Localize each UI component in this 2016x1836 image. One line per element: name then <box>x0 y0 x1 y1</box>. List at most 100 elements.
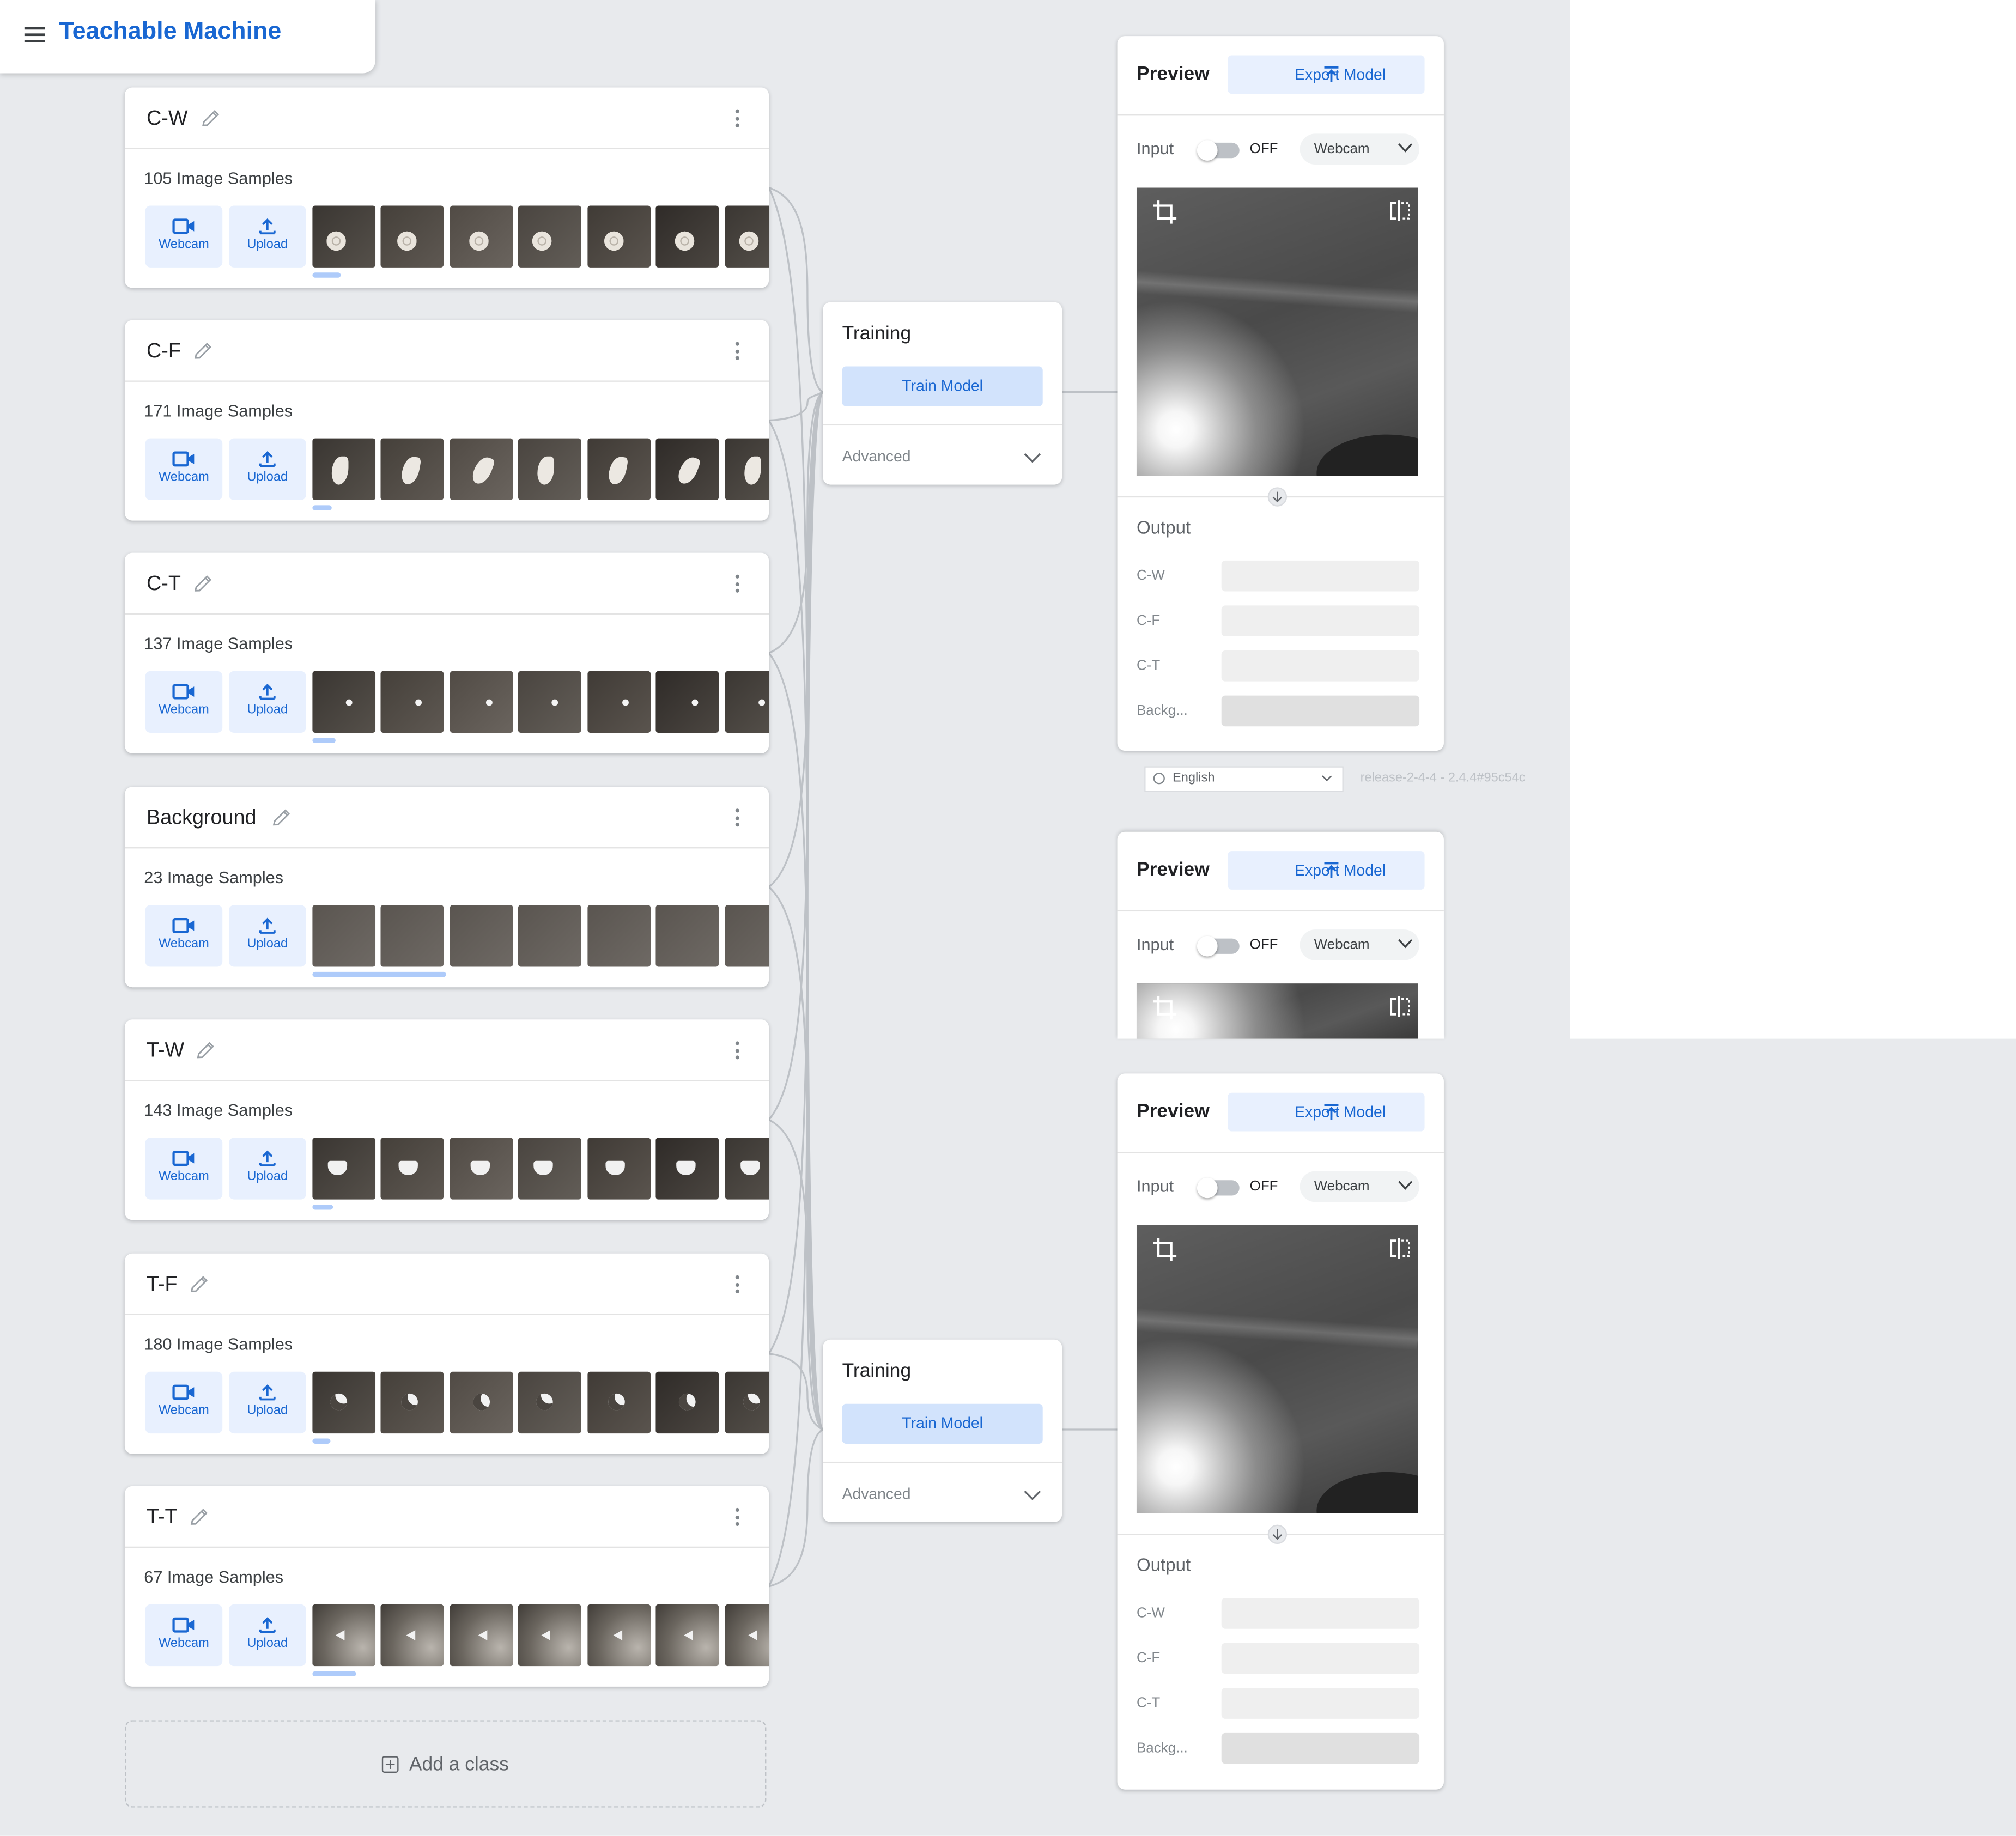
sample-thumbnail[interactable] <box>312 1371 376 1434</box>
sample-thumbnail[interactable] <box>518 905 581 967</box>
sample-thumbnail[interactable] <box>518 1371 581 1434</box>
sample-thumbnail[interactable] <box>312 1604 376 1667</box>
more-vert-icon[interactable] <box>735 109 740 131</box>
advanced-toggle[interactable]: Advanced <box>842 447 911 465</box>
sample-thumbnail[interactable] <box>380 205 444 268</box>
upload-button[interactable]: Upload <box>229 438 306 500</box>
chevron-down-icon[interactable] <box>1023 1484 1041 1506</box>
input-source-select[interactable]: Webcam <box>1300 929 1420 960</box>
sample-thumbnail[interactable] <box>587 671 651 733</box>
sample-thumbnail[interactable] <box>655 1371 719 1434</box>
pencil-icon[interactable] <box>196 1040 216 1061</box>
pencil-icon[interactable] <box>193 341 214 361</box>
sample-thumbnail[interactable] <box>450 1604 513 1667</box>
webcam-button[interactable]: Webcam <box>145 438 223 500</box>
sample-thumbnail[interactable] <box>450 1138 513 1200</box>
upload-button[interactable]: Upload <box>229 205 306 268</box>
language-select[interactable]: English <box>1144 766 1344 792</box>
sample-thumbnail[interactable] <box>312 905 376 967</box>
more-vert-icon[interactable] <box>735 1275 740 1297</box>
sample-thumbnail[interactable] <box>725 205 769 268</box>
sample-thumbnail[interactable] <box>587 1604 651 1667</box>
pencil-icon[interactable] <box>189 1507 210 1528</box>
input-toggle[interactable] <box>1197 140 1240 161</box>
sample-thumbnail[interactable] <box>587 438 651 500</box>
sample-thumbnail[interactable] <box>312 671 376 733</box>
more-vert-icon[interactable] <box>735 1507 740 1529</box>
input-source-select[interactable]: Webcam <box>1300 133 1420 165</box>
class-name[interactable]: C-W <box>147 108 187 131</box>
sample-thumbnail[interactable] <box>380 671 444 733</box>
flip-icon[interactable] <box>1388 995 1411 1024</box>
sample-thumbnail[interactable] <box>450 905 513 967</box>
class-name[interactable]: C-F <box>147 341 181 363</box>
input-toggle[interactable] <box>1197 935 1240 957</box>
thumbnail-scrollbar[interactable] <box>312 1438 331 1444</box>
sample-thumbnail[interactable] <box>587 1371 651 1434</box>
more-vert-icon[interactable] <box>735 808 740 830</box>
sample-thumbnail[interactable] <box>725 1138 769 1200</box>
crop-icon[interactable] <box>1152 1237 1177 1269</box>
sample-thumbnail[interactable] <box>655 205 719 268</box>
more-vert-icon[interactable] <box>735 342 740 363</box>
sample-thumbnail[interactable] <box>518 1604 581 1667</box>
sample-thumbnail[interactable] <box>518 438 581 500</box>
add-class-button[interactable]: Add a class <box>124 1720 767 1808</box>
export-model-button[interactable]: Export Model <box>1228 1092 1425 1132</box>
sample-thumbnail[interactable] <box>725 1604 769 1667</box>
upload-button[interactable]: Upload <box>229 671 306 733</box>
train-model-button[interactable]: Train Model <box>842 366 1043 406</box>
more-vert-icon[interactable] <box>735 574 740 596</box>
sample-thumbnail[interactable] <box>655 1138 719 1200</box>
class-name[interactable]: T-F <box>147 1274 178 1297</box>
class-name[interactable]: T-W <box>147 1040 184 1063</box>
sample-thumbnail[interactable] <box>450 1371 513 1434</box>
more-vert-icon[interactable] <box>735 1041 740 1062</box>
sample-thumbnail[interactable] <box>450 671 513 733</box>
sample-thumbnail[interactable] <box>725 905 769 967</box>
sample-thumbnail[interactable] <box>655 905 719 967</box>
crop-icon[interactable] <box>1152 199 1177 232</box>
pencil-icon[interactable] <box>201 108 221 129</box>
thumbnail-scrollbar[interactable] <box>312 505 332 510</box>
webcam-button[interactable]: Webcam <box>145 905 223 967</box>
sample-thumbnail[interactable] <box>725 671 769 733</box>
sample-thumbnail[interactable] <box>518 205 581 268</box>
class-name[interactable]: Background <box>147 807 256 830</box>
sample-thumbnail[interactable] <box>725 438 769 500</box>
sample-thumbnail[interactable] <box>587 905 651 967</box>
sample-thumbnail[interactable] <box>380 1604 444 1667</box>
upload-button[interactable]: Upload <box>229 1138 306 1200</box>
sample-thumbnail[interactable] <box>380 1138 444 1200</box>
upload-button[interactable]: Upload <box>229 905 306 967</box>
sample-thumbnail[interactable] <box>587 1138 651 1200</box>
upload-button[interactable]: Upload <box>229 1604 306 1667</box>
thumbnail-scrollbar[interactable] <box>312 1205 333 1210</box>
webcam-button[interactable]: Webcam <box>145 1604 223 1667</box>
thumbnail-scrollbar[interactable] <box>312 738 336 743</box>
sample-thumbnail[interactable] <box>725 1371 769 1434</box>
sample-thumbnail[interactable] <box>312 205 376 268</box>
crop-icon[interactable] <box>1152 995 1177 1027</box>
webcam-button[interactable]: Webcam <box>145 671 223 733</box>
sample-thumbnail[interactable] <box>587 205 651 268</box>
pencil-icon[interactable] <box>271 807 292 828</box>
thumbnail-scrollbar[interactable] <box>312 272 341 278</box>
thumbnail-scrollbar[interactable] <box>312 971 446 977</box>
sample-thumbnail[interactable] <box>655 671 719 733</box>
webcam-button[interactable]: Webcam <box>145 205 223 268</box>
app-title[interactable]: Teachable Machine <box>59 18 282 46</box>
sample-thumbnail[interactable] <box>655 1604 719 1667</box>
advanced-toggle[interactable]: Advanced <box>842 1485 911 1503</box>
flip-icon[interactable] <box>1388 199 1411 229</box>
export-model-button[interactable]: Export Model <box>1228 851 1425 890</box>
webcam-button[interactable]: Webcam <box>145 1138 223 1200</box>
sample-thumbnail[interactable] <box>380 438 444 500</box>
train-model-button[interactable]: Train Model <box>842 1403 1043 1444</box>
class-name[interactable]: T-T <box>147 1507 178 1530</box>
input-toggle[interactable] <box>1197 1177 1240 1199</box>
sample-thumbnail[interactable] <box>450 205 513 268</box>
sample-thumbnail[interactable] <box>518 1138 581 1200</box>
chevron-down-icon[interactable] <box>1023 446 1041 469</box>
input-source-select[interactable]: Webcam <box>1300 1171 1420 1202</box>
